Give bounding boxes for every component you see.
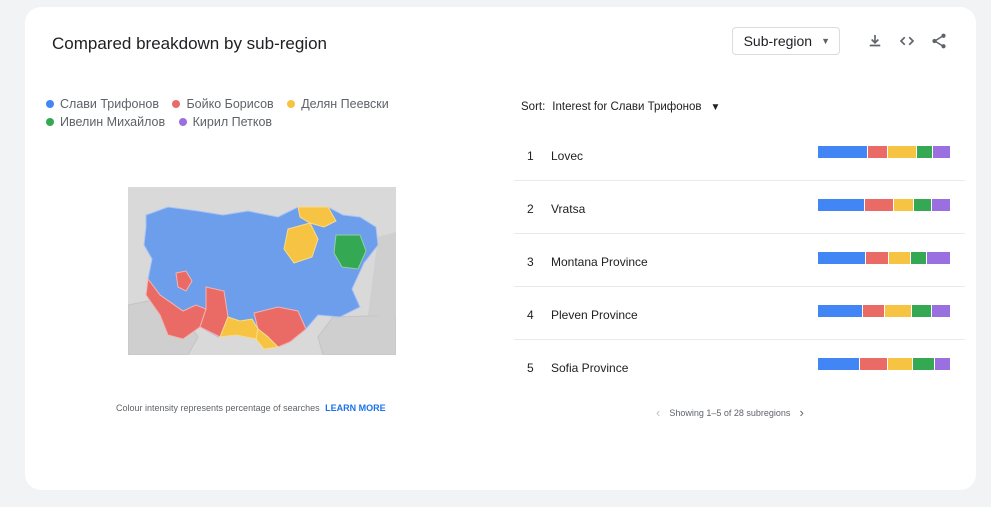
- row-rank: 5: [527, 361, 534, 375]
- share-segment: [818, 146, 867, 158]
- share-segment: [818, 199, 865, 211]
- caption-text: Colour intensity represents percentage o…: [116, 403, 320, 413]
- subregion-list: 1 Lovec 2 Vratsa 3 Montana Province 4 Pl…: [514, 128, 965, 392]
- sort-control[interactable]: Sort: Interest for Слави Трифонов ▼: [521, 101, 720, 113]
- share-segment: [887, 146, 916, 158]
- share-segment: [889, 252, 910, 264]
- legend-dot: [178, 118, 187, 126]
- share-segment: [910, 252, 926, 264]
- share-segment: [866, 252, 889, 264]
- code-icon[interactable]: [896, 30, 918, 52]
- row-rank: 3: [527, 255, 534, 269]
- subregion-map[interactable]: [128, 187, 396, 355]
- legend-label: Ивелин Михайлов: [60, 115, 166, 129]
- row-name: Lovec: [551, 149, 584, 163]
- row-rank: 4: [527, 308, 534, 322]
- list-item[interactable]: 5 Sofia Province: [514, 340, 965, 392]
- row-rank: 1: [527, 149, 534, 163]
- share-segment: [887, 358, 913, 370]
- share-segment: [862, 305, 885, 317]
- pagination: ‹ Showing 1–5 of 28 subregions ›: [647, 405, 813, 420]
- chevron-left-icon[interactable]: ‹: [656, 405, 660, 420]
- row-name: Montana Province: [551, 255, 648, 269]
- legend-label: Слави Трифонов: [60, 97, 159, 111]
- share-segment: [934, 358, 951, 370]
- share-segment: [818, 358, 859, 370]
- share-segment: [917, 146, 933, 158]
- row-name: Vratsa: [551, 202, 586, 216]
- share-segment: [932, 199, 950, 211]
- sort-label: Sort:: [521, 101, 546, 113]
- share-icon[interactable]: [928, 30, 950, 52]
- sort-value: Interest for Слави Трифонов: [552, 101, 702, 113]
- share-bar: [818, 146, 950, 158]
- share-segment: [914, 199, 932, 211]
- chevron-right-icon[interactable]: ›: [799, 405, 803, 420]
- list-item[interactable]: 1 Lovec: [514, 128, 965, 181]
- legend-label: Делян Пеевски: [301, 97, 389, 111]
- list-item[interactable]: 4 Pleven Province: [514, 287, 965, 340]
- share-segment: [911, 305, 932, 317]
- share-segment: [885, 305, 911, 317]
- share-bar: [818, 305, 950, 317]
- caret-down-icon: ▼: [821, 36, 830, 46]
- caret-down-icon: ▼: [710, 101, 721, 113]
- share-segment: [859, 358, 887, 370]
- share-segment: [867, 146, 887, 158]
- legend-dot: [46, 100, 54, 108]
- pagination-status: Showing 1–5 of 28 subregions: [669, 407, 791, 418]
- card-title: Compared breakdown by sub-region: [52, 34, 327, 53]
- share-segment: [818, 252, 866, 264]
- region-level-value: Sub-region: [743, 33, 813, 49]
- legend-item: Слави Трифонов: [46, 95, 159, 113]
- legend-label: Бойко Борисов: [186, 97, 274, 111]
- card-toolbar: Sub-region ▼: [731, 27, 950, 55]
- legend-dot: [287, 100, 296, 108]
- share-bar: [818, 199, 950, 211]
- legend-item: Делян Пеевски: [287, 95, 389, 113]
- share-segment: [933, 146, 950, 158]
- share-segment: [926, 252, 950, 264]
- legend-dot: [172, 100, 181, 108]
- legend: Слави Трифонов Бойко Борисов Делян Пеевс…: [46, 95, 426, 131]
- download-icon[interactable]: [864, 30, 886, 52]
- legend-dot: [46, 118, 54, 126]
- row-name: Sofia Province: [551, 361, 629, 375]
- breakdown-card: Compared breakdown by sub-region Sub-reg…: [25, 7, 976, 490]
- list-item[interactable]: 2 Vratsa: [514, 181, 965, 234]
- legend-item: Ивелин Михайлов: [46, 113, 165, 131]
- share-segment: [865, 199, 894, 211]
- share-segment: [932, 305, 950, 317]
- share-segment: [913, 358, 934, 370]
- legend-item: Бойко Борисов: [172, 95, 274, 113]
- map-caption: Colour intensity represents percentage o…: [116, 403, 386, 413]
- legend-label: Кирил Петков: [192, 115, 273, 129]
- row-name: Pleven Province: [551, 308, 638, 322]
- share-bar: [818, 252, 950, 264]
- share-segment: [894, 199, 914, 211]
- learn-more-link[interactable]: LEARN MORE: [325, 403, 386, 413]
- share-bar: [818, 358, 951, 370]
- row-rank: 2: [527, 202, 534, 216]
- share-segment: [818, 305, 862, 317]
- region-level-select[interactable]: Sub-region ▼: [731, 27, 840, 55]
- list-item[interactable]: 3 Montana Province: [514, 234, 965, 287]
- legend-item: Кирил Петков: [178, 113, 273, 131]
